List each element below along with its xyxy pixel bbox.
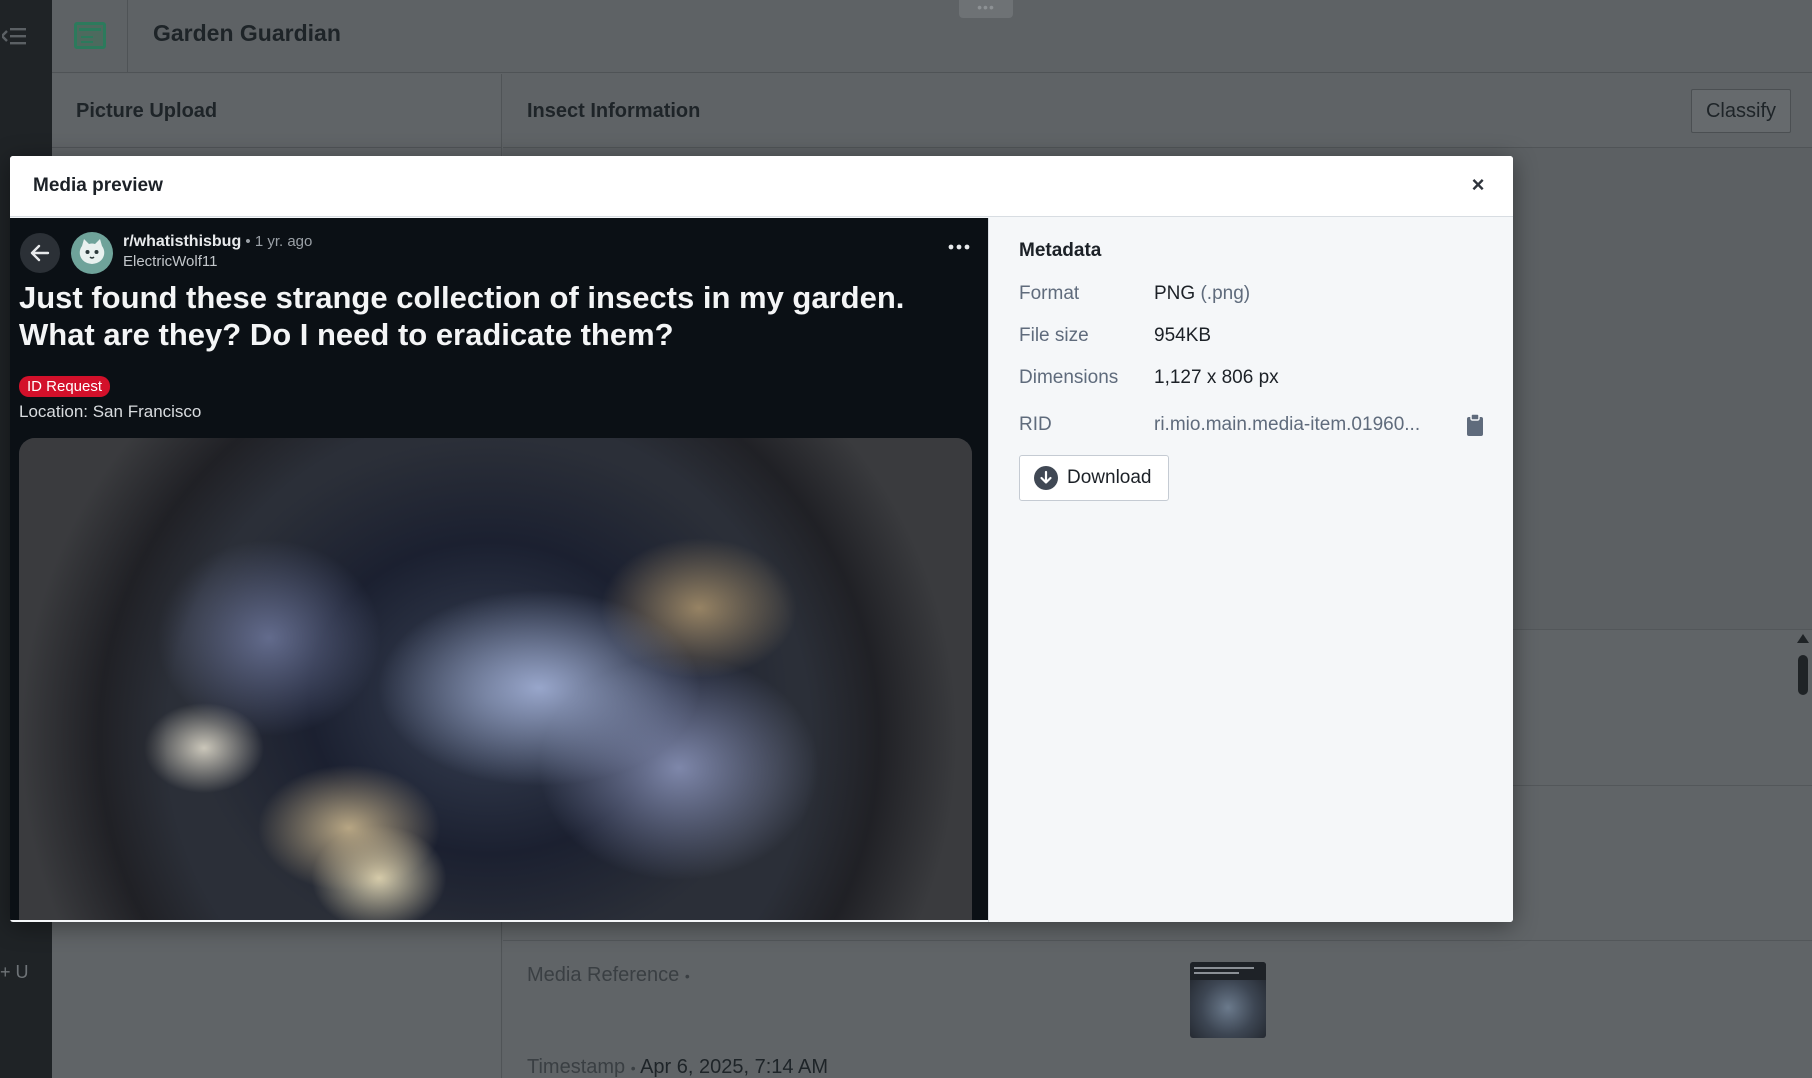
dimensions-label: Dimensions [1019, 367, 1119, 388]
rid-label: RID [1019, 414, 1052, 435]
dimensions-value: 1,127 x 806 px [1154, 367, 1279, 388]
format-value: PNG [1154, 283, 1196, 304]
media-reference-label: Media Reference [527, 964, 680, 986]
metadata-heading: Metadata [1019, 240, 1102, 261]
format-row: Format PNG (.png) [1019, 283, 1489, 309]
post-author: ElectricWolf11 [123, 253, 218, 270]
rid-row: RID ri.mio.main.media-item.01960... [1019, 413, 1489, 440]
rail-bottom-label[interactable]: + U [0, 962, 29, 983]
scrollbar-thumb[interactable] [1798, 655, 1808, 695]
insect-information-title: Insect Information [503, 74, 1812, 148]
separator-dot: • [684, 968, 690, 984]
subreddit-meta: r/whatisthisbug • 1 yr. ago [123, 233, 312, 251]
rid-value[interactable]: ri.mio.main.media-item.01960... [1154, 414, 1444, 436]
thumbnail-line [1194, 972, 1239, 974]
dialog-title: Media preview [33, 175, 163, 196]
metadata-panel: Metadata Format PNG (.png) File size 954… [988, 218, 1513, 922]
picture-upload-title: Picture Upload [52, 74, 501, 148]
collapse-menu-icon[interactable] [2, 26, 28, 46]
format-extension: (.png) [1200, 283, 1251, 304]
media-preview-image: r/whatisthisbug • 1 yr. ago ElectricWolf… [10, 218, 988, 920]
copy-clipboard-icon[interactable] [1466, 413, 1484, 437]
file-size-label: File size [1019, 325, 1089, 346]
app-title: Garden Guardian [153, 20, 341, 46]
app-window-icon [74, 22, 106, 49]
media-reference-thumbnail[interactable] [1190, 962, 1266, 1038]
post-location: Location: San Francisco [19, 402, 202, 421]
timestamp-label: Timestamp [527, 1056, 626, 1078]
format-label: Format [1019, 283, 1080, 304]
timestamp-field: Timestamp • Apr 6, 2025, 7:14 AM [527, 1056, 828, 1078]
dimensions-row: Dimensions 1,127 x 806 px [1019, 367, 1489, 393]
back-button[interactable] [20, 233, 60, 273]
dialog-header: Media preview × [10, 156, 1513, 217]
thumbnail-header [1190, 962, 1266, 980]
id-request-flair: ID Request [19, 376, 111, 397]
arrow-left-icon [30, 244, 50, 262]
insect-photo [19, 438, 972, 920]
more-options-icon[interactable] [948, 244, 970, 250]
file-size-value: 954KB [1154, 325, 1212, 346]
file-size-row: File size 954KB [1019, 325, 1489, 351]
cat-face-icon [79, 239, 105, 264]
divider [503, 940, 1812, 941]
format-value-group: PNG (.png) [1154, 283, 1250, 305]
close-icon[interactable]: × [1463, 170, 1493, 200]
microscope-vignette [19, 438, 972, 920]
thumbnail-line [1194, 967, 1254, 969]
timestamp-value: Apr 6, 2025, 7:14 AM [640, 1056, 828, 1078]
download-label: Download [1067, 467, 1152, 488]
scroll-up-arrow-icon[interactable] [1797, 634, 1809, 643]
download-button[interactable]: Download [1019, 455, 1169, 501]
classify-button[interactable]: Classify [1690, 89, 1791, 133]
post-time: • 1 yr. ago [241, 233, 313, 250]
subreddit-name[interactable]: r/whatisthisbug [123, 233, 241, 250]
media-preview-dialog: Media preview × r/whatisthisbug • 1 yr. … [10, 156, 1513, 922]
download-icon [1034, 466, 1058, 490]
app-icon-container [52, 0, 128, 73]
drag-handle[interactable]: ••• [959, 0, 1013, 18]
app-header: Garden Guardian ••• [52, 0, 1812, 73]
media-reference-field: Media Reference • [527, 964, 690, 987]
post-title: Just found these strange collection of i… [19, 280, 905, 352]
subreddit-avatar [71, 232, 113, 274]
separator-dot: • [630, 1060, 636, 1076]
